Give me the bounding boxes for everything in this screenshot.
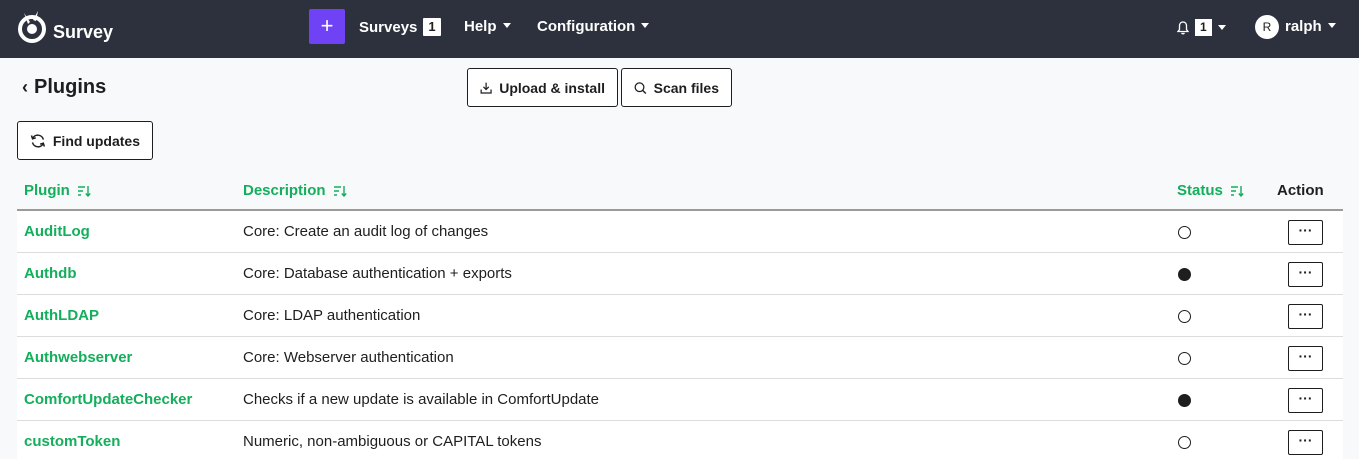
- row-actions-button[interactable]: ···: [1288, 304, 1323, 329]
- chevron-down-icon: [1217, 25, 1226, 30]
- column-header-plugin[interactable]: Plugin: [24, 182, 91, 199]
- page-title: Plugins: [34, 76, 107, 98]
- plugins-table: Plugin Description Status Action AuditLo: [17, 171, 1343, 459]
- scan-files-button[interactable]: Scan files: [621, 68, 732, 107]
- status-inactive-icon: [1178, 226, 1191, 239]
- plugin-description: Core: Webserver authentication: [243, 349, 454, 366]
- sort-icon: [1230, 185, 1244, 197]
- notifications-menu[interactable]: 1: [1177, 19, 1226, 36]
- find-updates-button[interactable]: Find updates: [17, 121, 153, 160]
- row-actions-button[interactable]: ···: [1288, 262, 1323, 287]
- nav-help[interactable]: Help: [464, 18, 511, 35]
- plugin-name-link[interactable]: ComfortUpdateChecker: [24, 391, 192, 408]
- column-plugin-label: Plugin: [24, 182, 70, 199]
- row-actions-button[interactable]: ···: [1288, 346, 1323, 371]
- column-header-description[interactable]: Description: [243, 182, 347, 199]
- bell-icon: [1177, 20, 1189, 34]
- plugin-name-link[interactable]: Authwebserver: [24, 349, 132, 366]
- surveys-count-badge: 1: [423, 18, 441, 36]
- download-icon: [480, 82, 492, 94]
- user-name: ralph: [1285, 18, 1322, 35]
- table-header: Plugin Description Status Action: [17, 171, 1343, 211]
- upload-install-button[interactable]: Upload & install: [467, 68, 618, 107]
- plugin-name-link[interactable]: customToken: [24, 433, 120, 450]
- upload-install-label: Upload & install: [499, 79, 605, 96]
- brand-name: Survey: [53, 22, 114, 42]
- plugin-description: Checks if a new update is available in C…: [243, 391, 600, 408]
- chevron-down-icon: [502, 23, 511, 28]
- table-row: Authdb Core: Database authentication + e…: [17, 253, 1343, 295]
- row-actions-button[interactable]: ···: [1288, 430, 1323, 455]
- status-inactive-icon: [1178, 352, 1191, 365]
- top-navbar: Survey + Surveys 1 Help Configuration 1 R…: [0, 0, 1359, 58]
- sort-icon: [333, 185, 347, 197]
- search-icon: [634, 81, 647, 94]
- nav-configuration[interactable]: Configuration: [537, 18, 650, 35]
- create-button[interactable]: +: [309, 9, 345, 44]
- sort-icon: [77, 185, 91, 197]
- nav-surveys[interactable]: Surveys 1: [359, 18, 441, 36]
- table-row: Authwebserver Core: Webserver authentica…: [17, 337, 1343, 379]
- chevron-down-icon: [1327, 23, 1336, 28]
- status-active-icon: [1178, 268, 1191, 281]
- status-inactive-icon: [1178, 310, 1191, 323]
- plugin-description: Numeric, non-ambiguous or CAPITAL tokens: [243, 433, 542, 450]
- scan-files-label: Scan files: [653, 79, 719, 96]
- plugin-name-link[interactable]: Authdb: [24, 265, 76, 282]
- row-actions-button[interactable]: ···: [1288, 388, 1323, 413]
- table-row: customToken Numeric, non-ambiguous or CA…: [17, 421, 1343, 459]
- find-updates-label: Find updates: [52, 132, 140, 149]
- notifications-count-badge: 1: [1195, 19, 1212, 36]
- avatar[interactable]: R: [1255, 15, 1279, 39]
- status-inactive-icon: [1178, 436, 1191, 449]
- plugin-description: Core: LDAP authentication: [243, 307, 421, 324]
- nav-help-label: Help: [464, 18, 497, 35]
- user-menu[interactable]: ralph: [1285, 18, 1336, 35]
- table-row: AuditLog Core: Create an audit log of ch…: [17, 211, 1343, 253]
- column-description-label: Description: [243, 182, 326, 199]
- plugin-name-link[interactable]: AuditLog: [24, 223, 90, 240]
- plugin-description: Core: Create an audit log of changes: [243, 223, 489, 240]
- nav-configuration-label: Configuration: [537, 18, 636, 35]
- plus-icon: +: [320, 13, 334, 38]
- column-header-status[interactable]: Status: [1177, 182, 1244, 199]
- status-active-icon: [1178, 394, 1191, 407]
- survey-logo-icon: [18, 11, 46, 43]
- nav-surveys-label: Surveys: [359, 19, 418, 36]
- table-row: AuthLDAP Core: LDAP authentication ···: [17, 295, 1343, 337]
- chevron-down-icon: [641, 23, 650, 28]
- row-actions-button[interactable]: ···: [1288, 220, 1323, 245]
- plugin-description: Core: Database authentication + exports: [243, 265, 512, 282]
- plugin-name-link[interactable]: AuthLDAP: [24, 307, 99, 324]
- chevron-left-icon: ‹: [22, 77, 28, 97]
- back-link[interactable]: ‹ Plugins: [22, 76, 106, 99]
- refresh-icon: [30, 133, 46, 148]
- brand-logo[interactable]: Survey: [16, 9, 113, 45]
- table-row: ComfortUpdateChecker Checks if a new upd…: [17, 379, 1343, 421]
- column-header-action: Action: [1277, 182, 1324, 199]
- column-status-label: Status: [1177, 182, 1223, 199]
- column-action-label: Action: [1277, 182, 1324, 199]
